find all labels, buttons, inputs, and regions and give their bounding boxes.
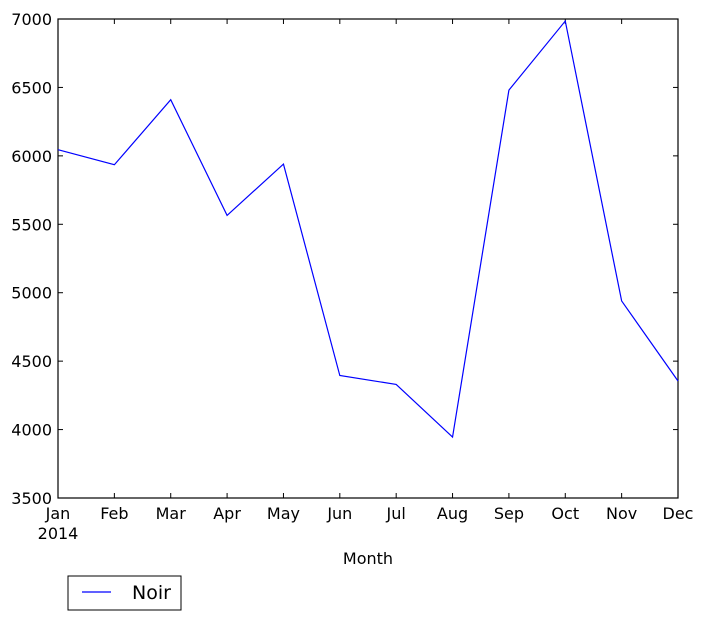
x-tick-label: Oct	[551, 504, 579, 523]
y-tick-label: 7000	[11, 10, 52, 29]
plot-area-frame	[57, 18, 679, 499]
x-tick-label: Feb	[100, 504, 128, 523]
series-line-noir	[57, 19, 679, 439]
y-tick-label: 6000	[11, 147, 52, 166]
x-tick-label: Mar	[156, 504, 187, 523]
y-tick-label: 5000	[11, 284, 52, 303]
x-tick-label: Jan	[45, 504, 71, 523]
x-axis-year-label: 2014	[38, 524, 79, 543]
y-tick-label: 6500	[11, 78, 52, 97]
x-tick-label: Dec	[663, 504, 694, 523]
line-chart: 35004000450050005500600065007000 Jan Feb M…	[11, 10, 694, 611]
y-tick-label: 5500	[11, 215, 52, 234]
x-tick-label: Nov	[606, 504, 637, 523]
y-tick-label: 4000	[11, 421, 52, 440]
x-tick-label: May	[267, 504, 300, 523]
x-axis: Jan Feb Mar Apr May Jun Jul Aug Sep Oct Nov Dec	[45, 19, 694, 523]
x-tick-label: Apr	[213, 504, 241, 523]
legend-label-noir: Noir	[132, 582, 171, 604]
x-tick-label: Jul	[386, 504, 406, 523]
legend: Noir	[67, 575, 182, 611]
x-tick-label: Sep	[494, 504, 524, 523]
x-tick-label: Aug	[437, 504, 468, 523]
x-tick-label: Jun	[326, 504, 352, 523]
x-axis-label: Month	[343, 549, 393, 568]
y-tick-label: 4500	[11, 352, 52, 371]
